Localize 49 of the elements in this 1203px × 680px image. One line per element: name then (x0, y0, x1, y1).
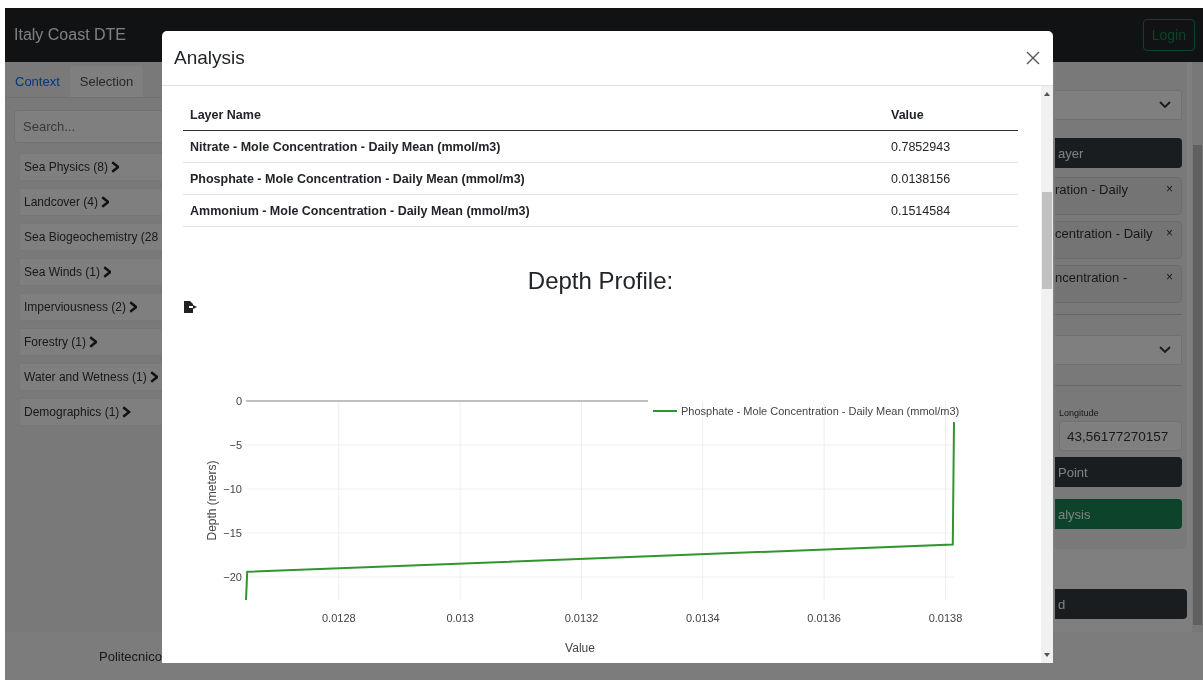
remove-button[interactable]: × (1166, 226, 1173, 258)
y-axis-title: Depth (meters) (205, 460, 219, 541)
tag-label: ration - Daily (1055, 182, 1128, 199)
category-item[interactable]: Imperviousness (2) (19, 293, 162, 321)
panel-button[interactable]: ayer (1055, 138, 1182, 168)
field-label: Longitude (1059, 408, 1100, 418)
app-title: Italy Coast DTE (14, 26, 127, 44)
table-cell: 0.7852943 (884, 130, 1018, 163)
x-axis-title: Value (565, 641, 595, 655)
category-item[interactable]: Sea Winds (1) (19, 258, 162, 286)
x-tick-label: 0.0136 (807, 612, 841, 624)
tag-label: centration - Daily (1055, 226, 1153, 243)
y-tick-label: −5 (229, 439, 242, 452)
x-tick-label: 0.013 (446, 612, 474, 624)
category-item[interactable]: Landcover (4) (19, 188, 162, 216)
remove-button[interactable]: × (1166, 182, 1173, 214)
table-cell: Phosphate - Mole Concentration - Daily Mean (mmol/m3) (183, 162, 884, 195)
panel-button[interactable]: d (1055, 589, 1187, 619)
panel-button[interactable]: Point (1055, 457, 1182, 487)
y-tick-label: −20 (223, 571, 242, 584)
table-cell: Nitrate - Mole Concentration - Daily Mean (mmol/m3) (183, 130, 884, 163)
category-item[interactable]: Sea Biogeochemistry (28 (19, 223, 162, 251)
x-tick-label: 0.0132 (564, 612, 599, 624)
column-header: Layer Name (183, 100, 884, 131)
table-cell: 0.1514584 (884, 194, 1018, 227)
category-item[interactable]: Water and Wetness (1) (19, 363, 162, 391)
chart-heading: Depth Profile: (526, 267, 675, 295)
remove-button[interactable]: × (1166, 270, 1173, 302)
table-cell: Ammonium - Mole Concentration - Daily Mean (mmol/m3) (183, 194, 884, 227)
category-item[interactable]: Demographics (1) (19, 398, 162, 426)
y-tick-label: 0 (235, 395, 242, 407)
category-item[interactable]: Sea Physics (8) (19, 153, 162, 181)
x-tick-label: 0.0128 (322, 612, 356, 624)
chart-legend: Phosphate - Mole Concentration - Daily Mean (mmol/m3) (652, 405, 960, 417)
search-field[interactable]: Search... (14, 110, 162, 143)
input-field[interactable]: 43,56177270157 (1059, 421, 1182, 451)
x-tick-label: 0.0134 (686, 612, 720, 624)
tag-label: ncentration - (1055, 270, 1128, 287)
y-tick-label: −10 (223, 483, 242, 496)
category-item[interactable]: Forestry (1) (19, 328, 162, 356)
y-tick-label: −15 (223, 527, 242, 540)
table-cell: 0.0138156 (884, 162, 1018, 195)
sidebar-tab[interactable]: Context (5, 66, 70, 97)
sidebar-tab[interactable]: Selection (69, 66, 144, 97)
dialog-title: Analysis (174, 47, 245, 69)
analysis-button[interactable]: alysis (1055, 499, 1182, 529)
footer-text: Politecnico (99, 648, 162, 664)
column-header: Value (884, 100, 1018, 131)
x-tick-label: 0.0138 (928, 612, 963, 624)
